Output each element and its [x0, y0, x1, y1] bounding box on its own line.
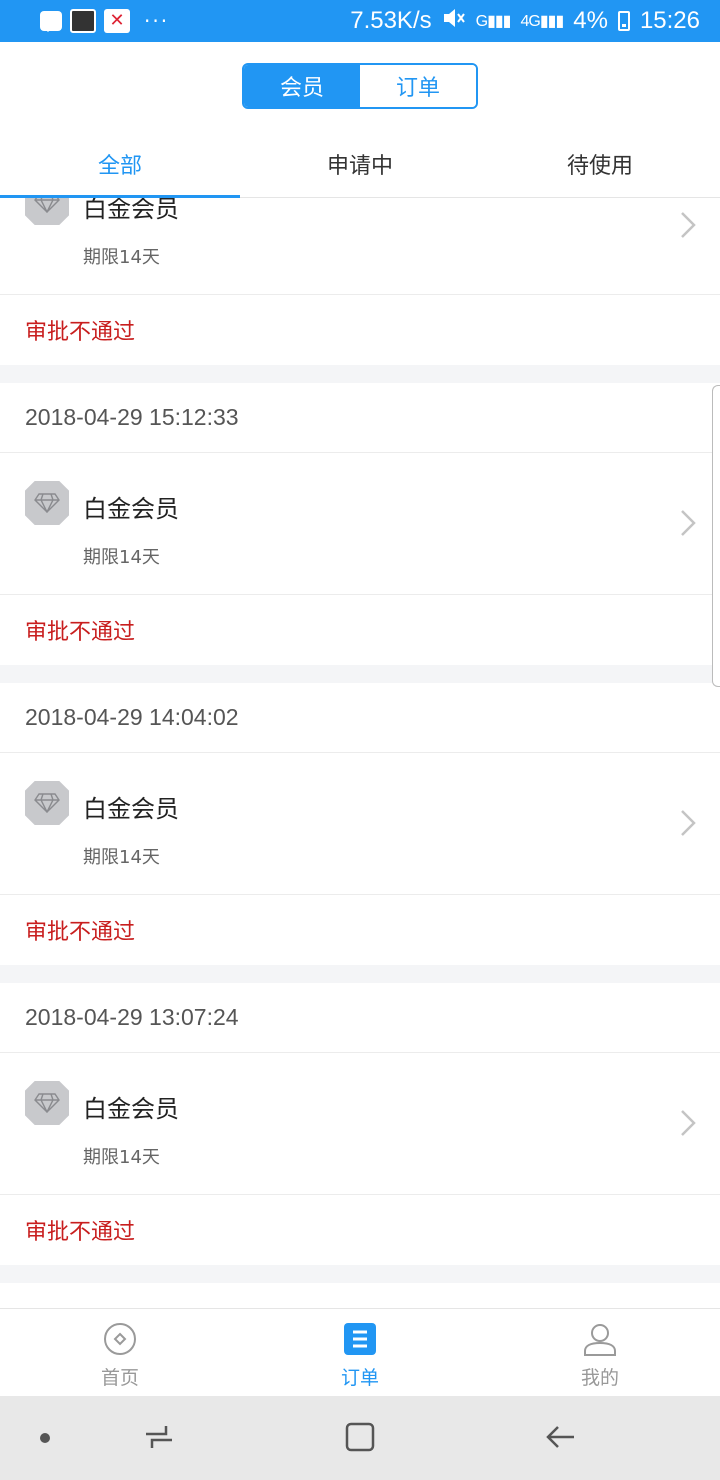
chevron-right-icon	[681, 510, 696, 536]
tab-all[interactable]: 全部	[0, 130, 240, 198]
filter-tabs: 全部 申请中 待使用	[0, 130, 720, 198]
nav-profile[interactable]: 我的	[480, 1309, 720, 1396]
order-card-partial	[0, 1283, 720, 1308]
item-duration: 期限14天	[83, 247, 160, 268]
segment-member[interactable]: 会员	[244, 65, 360, 107]
order-date: 2018-04-29 15:12:33	[0, 383, 720, 453]
order-date: 2018-04-29 13:07:24	[0, 983, 720, 1053]
order-card: 2018-04-29 14:04:02 白金会员 期限14天 审批不通过	[0, 683, 720, 965]
order-status: 审批不通过	[25, 1220, 136, 1245]
segment-control: 会员 订单	[242, 63, 478, 109]
mute-icon	[442, 7, 466, 36]
order-item[interactable]: 白金会员 期限14天	[0, 198, 720, 295]
order-card: 2018-04-29 15:12:33 白金会员 期限14天 审批不通过	[0, 383, 720, 665]
item-title: 白金会员	[83, 495, 179, 523]
home-button-icon[interactable]	[343, 1420, 377, 1454]
chevron-right-icon	[681, 810, 696, 836]
segment-order[interactable]: 订单	[360, 65, 476, 107]
back-icon[interactable]	[544, 1420, 578, 1454]
order-item[interactable]: 白金会员 期限14天	[0, 453, 720, 595]
card-notification-icon	[70, 9, 96, 33]
system-nav-bar	[0, 1396, 720, 1480]
diamond-icon	[25, 481, 69, 525]
chevron-right-icon	[681, 1110, 696, 1136]
home-icon	[104, 1323, 136, 1355]
recent-apps-icon[interactable]	[142, 1420, 176, 1454]
order-date: 2018-04-29 14:04:02	[0, 683, 720, 753]
status-bar: ✕ ··· 7.53K/s G▮▮▮ 4G▮▮▮ 4% 15:26	[0, 0, 720, 42]
nav-orders-label: 订单	[340, 1367, 379, 1389]
item-duration: 期限14天	[83, 847, 160, 868]
user-icon	[584, 1324, 616, 1356]
nav-home[interactable]: 首页	[0, 1309, 240, 1396]
chevron-right-icon	[681, 212, 696, 238]
battery-icon	[617, 11, 630, 31]
message-notification-icon	[40, 11, 62, 32]
more-notifications-icon: ···	[144, 9, 170, 33]
scrollbar[interactable]	[712, 385, 720, 687]
signal-g-icon: G▮▮▮	[475, 13, 512, 30]
diamond-icon	[25, 1081, 69, 1125]
clock: 15:26	[639, 7, 700, 34]
item-duration: 期限14天	[83, 1147, 160, 1168]
order-list[interactable]: 白金会员 期限14天 审批不通过 2018-04-29 15:12:33 白金会…	[0, 198, 720, 1308]
item-title: 白金会员	[83, 795, 179, 823]
battery-percent: 4%	[573, 7, 608, 34]
app-notification-icon: ✕	[104, 9, 130, 33]
order-list-icon	[344, 1323, 376, 1355]
item-title: 白金会员	[83, 1095, 179, 1123]
nav-home-label: 首页	[100, 1367, 139, 1389]
order-card: 2018-04-29 13:07:24 白金会员 期限14天 审批不通过	[0, 983, 720, 1265]
diamond-icon	[25, 198, 69, 225]
order-status: 审批不通过	[25, 320, 136, 345]
nav-indicator-dot	[40, 1433, 50, 1443]
signal-4g-icon: 4G▮▮▮	[520, 13, 564, 30]
order-item[interactable]: 白金会员 期限14天	[0, 1053, 720, 1195]
order-item[interactable]: 白金会员 期限14天	[0, 753, 720, 895]
bottom-nav: 首页 订单 我的	[0, 1308, 720, 1396]
nav-profile-label: 我的	[580, 1367, 619, 1389]
order-status: 审批不通过	[25, 920, 136, 945]
nav-orders[interactable]: 订单	[240, 1309, 480, 1396]
item-duration: 期限14天	[83, 547, 160, 568]
tab-to-use[interactable]: 待使用	[480, 130, 720, 197]
diamond-icon	[25, 781, 69, 825]
order-card: 白金会员 期限14天 审批不通过	[0, 198, 720, 365]
item-title: 白金会员	[83, 198, 179, 223]
header: 会员 订单 全部 申请中 待使用	[0, 42, 720, 198]
order-status: 审批不通过	[25, 620, 136, 645]
network-speed: 7.53K/s	[350, 7, 432, 34]
tab-applying[interactable]: 申请中	[240, 130, 480, 197]
